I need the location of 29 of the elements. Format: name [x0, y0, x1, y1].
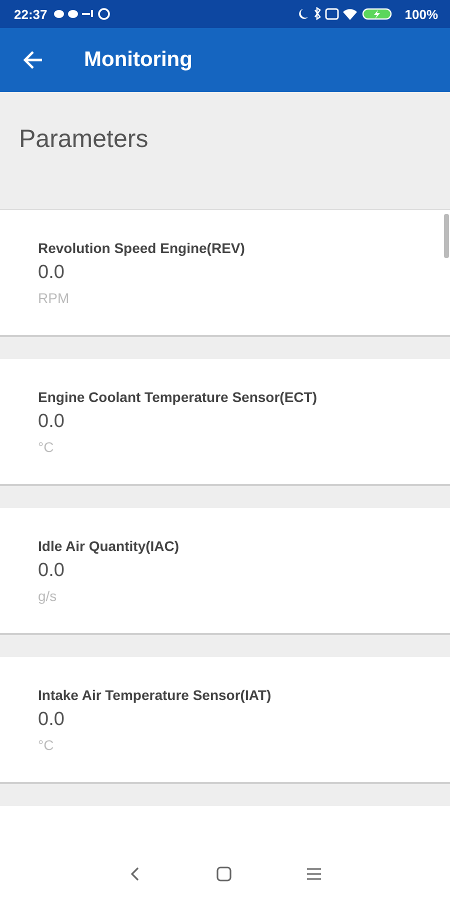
- menu-button[interactable]: [306, 866, 322, 882]
- parameter-value: 0.0: [38, 709, 64, 731]
- square-icon: [325, 8, 338, 20]
- parameter-name: Intake Air Temperature Sensor(IAT): [38, 687, 272, 703]
- bluetooth-icon: [314, 7, 321, 20]
- battery-percent: 100%: [404, 6, 438, 22]
- back-button[interactable]: [22, 49, 44, 71]
- parameter-value: 0.0: [38, 262, 64, 284]
- section-title: Parameters: [19, 125, 148, 154]
- cloud-icon: [68, 10, 78, 18]
- parameter-value: 0.0: [38, 560, 64, 582]
- parameter-unit: °C: [38, 737, 54, 753]
- cloud-icon: [54, 10, 64, 18]
- clock: 22:37: [14, 6, 48, 22]
- parameter-name: Idle Air Quantity(IAC): [38, 538, 180, 554]
- moon-icon: [298, 9, 308, 19]
- scrollbar: [444, 214, 449, 258]
- parameter-unit: RPM: [38, 290, 70, 306]
- home-button[interactable]: [216, 866, 232, 882]
- parameter-value: 0.0: [38, 411, 64, 433]
- parameter-unit: °C: [38, 439, 54, 455]
- screen-title: Monitoring: [84, 48, 192, 72]
- battery-icon: [362, 8, 392, 20]
- parameter-name: Revolution Speed Engine(REV): [38, 240, 245, 256]
- signal-icon: [82, 10, 94, 17]
- ring-icon: [98, 8, 110, 20]
- parameter-name: Engine Coolant Temperature Sensor(ECT): [38, 389, 317, 405]
- wifi-icon: [342, 9, 357, 20]
- parameter-unit: g/s: [38, 588, 57, 604]
